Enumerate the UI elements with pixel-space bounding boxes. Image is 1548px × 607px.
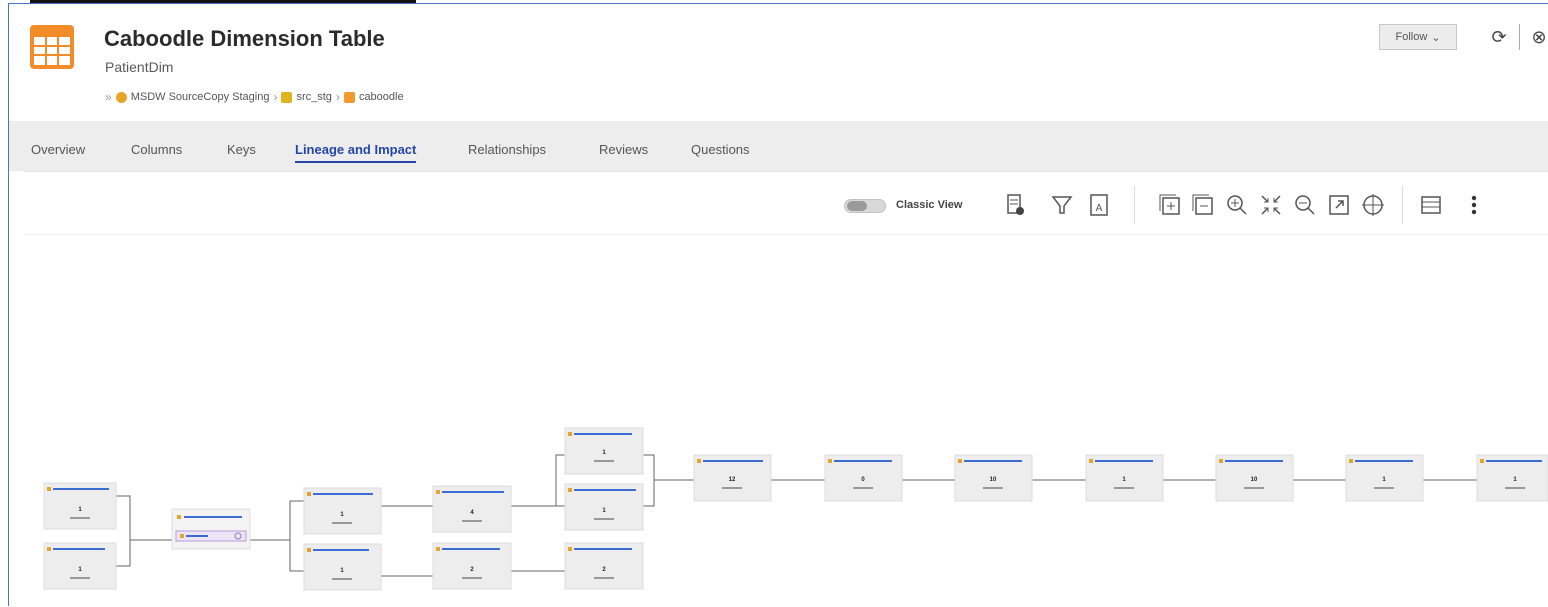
tab-relationships[interactable]: Relationships <box>468 142 546 157</box>
lineage-node[interactable]: 1 <box>43 542 117 590</box>
lineage-node[interactable]: 10 <box>954 454 1033 502</box>
lineage-node[interactable]: 1 <box>1476 454 1548 502</box>
lineage-edge <box>643 480 655 507</box>
node-count: 10 <box>1251 477 1258 483</box>
node-count: 12 <box>729 477 736 483</box>
page-title: Caboodle Dimension Table <box>104 26 385 51</box>
lineage-edge <box>116 539 172 567</box>
tab-keys[interactable]: Keys <box>227 142 256 157</box>
page-subtitle: PatientDim <box>105 59 174 75</box>
lineage-node[interactable]: 4 <box>432 485 512 533</box>
lineage-node[interactable]: 1 <box>564 427 644 475</box>
lineage-node[interactable]: 2 <box>432 542 512 590</box>
tab-lineage-and-impact[interactable]: Lineage and Impact <box>295 142 417 163</box>
chevron-right-icon: › <box>335 90 340 104</box>
lineage-edge <box>511 454 565 507</box>
breadcrumb-item-folder[interactable]: caboodle <box>359 91 404 103</box>
close-icon[interactable]: ⊗ <box>1527 24 1548 50</box>
node-count: 10 <box>990 477 997 483</box>
breadcrumb: » MSDW SourceCopy Staging › src_stg › ca… <box>105 90 404 104</box>
lineage-node[interactable]: 1 <box>1085 454 1164 502</box>
schema-icon <box>281 91 293 103</box>
tab-columns[interactable]: Columns <box>131 142 182 157</box>
lineage-node[interactable]: 1 <box>303 487 382 535</box>
lineage-node-selected[interactable] <box>171 508 251 550</box>
lineage-graph: 1 1 1 1 4 2 1 1 2 12 0 10 1 10 1 1 <box>43 427 1548 591</box>
breadcrumb-expand-icon[interactable]: » <box>105 90 112 104</box>
follow-label: Follow <box>1395 31 1428 43</box>
follow-button[interactable]: Follow ⌄ <box>1379 24 1457 50</box>
tab-overview[interactable]: Overview <box>31 142 85 157</box>
lineage-edge <box>289 540 304 572</box>
lineage-node[interactable]: 10 <box>1215 454 1294 502</box>
lineage-edge <box>643 454 694 481</box>
database-icon <box>115 91 127 103</box>
lineage-node[interactable]: 1 <box>564 483 644 531</box>
breadcrumb-item-schema[interactable]: src_stg <box>296 91 331 103</box>
folder-icon <box>343 91 355 103</box>
table-asset-icon <box>30 25 74 69</box>
lineage-node[interactable]: 1 <box>43 482 117 530</box>
tab-reviews[interactable]: Reviews <box>599 142 648 157</box>
lineage-node[interactable]: 1 <box>1345 454 1424 502</box>
lineage-edge <box>116 495 172 541</box>
tab-questions[interactable]: Questions <box>691 142 750 157</box>
lineage-node[interactable]: 1 <box>303 543 382 591</box>
refresh-icon[interactable]: ⟳ <box>1487 24 1511 50</box>
page-header: Caboodle Dimension Table PatientDim » MS… <box>9 4 1548 121</box>
lineage-node[interactable]: 12 <box>693 454 772 502</box>
tab-bar: Overview Columns Keys Lineage and Impact… <box>9 121 1548 171</box>
header-divider <box>1519 24 1520 50</box>
lineage-node[interactable]: 0 <box>824 454 903 502</box>
lineage-node[interactable]: 2 <box>564 542 644 590</box>
chevron-right-icon: › <box>273 90 278 104</box>
chevron-down-icon: ⌄ <box>1431 31 1441 44</box>
breadcrumb-item-database[interactable]: MSDW SourceCopy Staging <box>131 91 270 103</box>
lineage-edge <box>250 500 304 541</box>
